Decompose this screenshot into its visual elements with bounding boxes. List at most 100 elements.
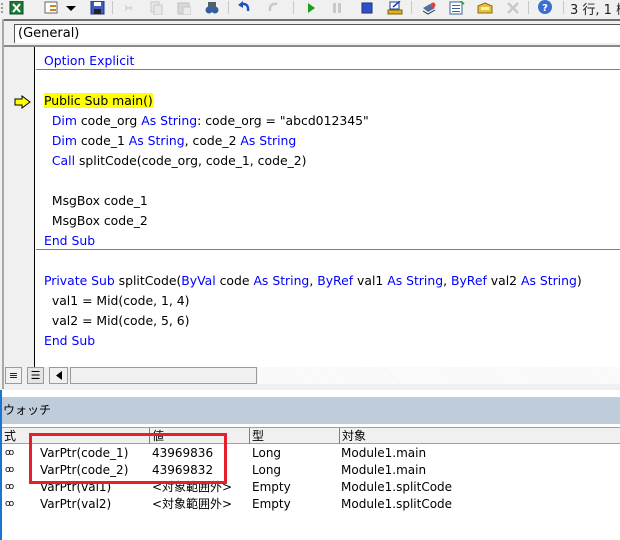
toolbox-icon[interactable] bbox=[504, 0, 522, 16]
code-keyword: As String bbox=[141, 113, 198, 128]
glasses-icon: ꝏ bbox=[5, 465, 15, 475]
toolbar-grip[interactable] bbox=[1, 3, 3, 13]
column-header-type[interactable]: 型 bbox=[250, 428, 340, 444]
code-keyword: As String bbox=[128, 133, 185, 148]
scroll-left-button[interactable] bbox=[49, 367, 68, 384]
watch-value: 43969836 bbox=[152, 446, 214, 460]
code-keyword: Dim bbox=[44, 113, 81, 128]
code-keyword: End Sub bbox=[44, 333, 96, 348]
help-icon[interactable]: ? bbox=[536, 0, 554, 16]
code-keyword: Private Sub bbox=[44, 273, 119, 288]
paste-icon[interactable] bbox=[175, 0, 193, 16]
code-keyword: As String bbox=[520, 273, 577, 288]
watch-row[interactable]: ꝏ VarPtr(val2) <対象範囲外> Empty Module1.spl… bbox=[2, 496, 620, 513]
view-bar: ≡ ☰ bbox=[4, 367, 620, 385]
code-text: , code_2 bbox=[184, 133, 241, 148]
excel-icon[interactable] bbox=[7, 0, 25, 16]
find-icon[interactable] bbox=[203, 0, 221, 16]
code-text: MsgBox code_2 bbox=[44, 213, 148, 228]
glasses-icon: ꝏ bbox=[5, 499, 15, 509]
code-line[interactable]: Call splitCode(code_org, code_1, code_2) bbox=[44, 151, 307, 171]
standard-toolbar: ✂ ? 3 行, 1 桁 bbox=[0, 0, 620, 18]
code-keyword: Dim bbox=[44, 133, 81, 148]
watch-type: Long bbox=[252, 463, 282, 477]
reset-icon[interactable] bbox=[358, 0, 376, 16]
watch-context: Module1.splitCode bbox=[341, 497, 453, 511]
code-text: val2 bbox=[490, 273, 521, 288]
object-combo[interactable]: (General) bbox=[14, 24, 620, 43]
column-header-context[interactable]: 対象 bbox=[340, 428, 620, 444]
code-lines[interactable]: Option Explicit Public Sub main() Dim cod… bbox=[36, 47, 620, 367]
execution-point-arrow-icon bbox=[14, 95, 31, 109]
scrollbar-track bbox=[258, 367, 620, 384]
watch-context: Module1.splitCode bbox=[341, 480, 453, 494]
design-mode-icon[interactable] bbox=[386, 0, 404, 16]
full-module-view-icon: ☰ bbox=[30, 369, 41, 382]
code-window: (General) Option Explicit Public Sub main… bbox=[2, 19, 620, 389]
column-header-expression[interactable]: 式 bbox=[2, 428, 150, 444]
code-text: val1 bbox=[357, 273, 388, 288]
dropdown-arrow-icon[interactable] bbox=[65, 0, 77, 16]
properties-icon[interactable] bbox=[448, 0, 466, 16]
code-text: splitCode(code_org, code_1, code_2) bbox=[78, 153, 307, 168]
watch-row[interactable]: ꝏ VarPtr(code_2) 43969832 Long Module1.m… bbox=[2, 462, 620, 479]
code-text: splitCode( bbox=[118, 273, 182, 288]
svg-text:?: ? bbox=[542, 3, 548, 14]
code-line[interactable]: Private Sub splitCode(ByVal code As Stri… bbox=[44, 271, 582, 291]
code-line[interactable]: val1 = Mid(code, 1, 4) bbox=[44, 291, 190, 311]
watch-expression: VarPtr(code_1) bbox=[40, 446, 129, 460]
code-line[interactable]: Dim code_1 As String, code_2 As String bbox=[44, 131, 296, 151]
save-icon[interactable] bbox=[88, 0, 106, 16]
watch-type: Empty bbox=[252, 480, 291, 494]
code-text: ) bbox=[576, 273, 582, 288]
insert-module-icon[interactable] bbox=[42, 0, 60, 16]
horizontal-scrollbar[interactable] bbox=[70, 367, 257, 384]
run-icon[interactable] bbox=[302, 0, 320, 16]
cut-icon[interactable]: ✂ bbox=[120, 0, 138, 16]
undo-icon[interactable] bbox=[236, 0, 254, 16]
watch-value: <対象範囲外> bbox=[152, 497, 233, 511]
code-line[interactable]: Public Sub main() bbox=[44, 91, 153, 111]
code-text: val2 = Mid(code, 5, 6) bbox=[44, 313, 190, 328]
code-line[interactable]: MsgBox code_2 bbox=[44, 211, 148, 231]
code-line[interactable]: Dim code_org As String: code_org = "abcd… bbox=[44, 111, 369, 131]
full-module-view-button[interactable]: ☰ bbox=[27, 367, 44, 384]
column-header-value[interactable]: 値 bbox=[150, 428, 250, 444]
watch-column-header: 式 値 型 対象 bbox=[2, 427, 620, 444]
watch-expression: VarPtr(val1) bbox=[40, 480, 112, 494]
cursor-position-status: 3 行, 1 桁 bbox=[570, 3, 620, 18]
procedure-view-button[interactable]: ≡ bbox=[5, 367, 22, 384]
procedure-separator bbox=[36, 69, 620, 70]
margin-indicator-bar[interactable] bbox=[4, 47, 35, 367]
redo-icon[interactable] bbox=[264, 0, 282, 16]
glasses-icon: ꝏ bbox=[5, 482, 15, 492]
code-text: Public Sub main() bbox=[44, 93, 153, 108]
watch-row[interactable]: ꝏ VarPtr(code_1) 43969836 Long Module1.m… bbox=[2, 445, 620, 462]
watch-window: ウォッチ 式 値 型 対象 ꝏ VarPtr(code_1) 43969836 … bbox=[0, 390, 620, 540]
code-line[interactable]: End Sub bbox=[44, 331, 95, 351]
glasses-icon: ꝏ bbox=[5, 448, 15, 458]
watch-type: Long bbox=[252, 446, 282, 460]
copy-icon[interactable] bbox=[147, 0, 165, 16]
watch-expression: VarPtr(code_2) bbox=[40, 463, 129, 477]
code-keyword: ByRef bbox=[317, 273, 358, 288]
code-line[interactable]: Option Explicit bbox=[44, 51, 134, 71]
code-text: , bbox=[443, 273, 451, 288]
object-browser-icon[interactable] bbox=[476, 0, 494, 16]
code-text: code bbox=[219, 273, 254, 288]
code-editor[interactable]: Option Explicit Public Sub main() Dim cod… bbox=[4, 47, 620, 367]
code-line[interactable]: val2 = Mid(code, 5, 6) bbox=[44, 311, 190, 331]
break-icon[interactable] bbox=[328, 0, 346, 16]
code-line[interactable]: MsgBox code_1 bbox=[44, 191, 148, 211]
code-text: code_org bbox=[80, 113, 142, 128]
watch-expression: VarPtr(val2) bbox=[40, 497, 112, 511]
watch-type: Empty bbox=[252, 497, 291, 511]
project-explorer-icon[interactable] bbox=[420, 0, 438, 16]
code-text: : code_org = "abcd012345" bbox=[197, 113, 369, 128]
code-keyword: Call bbox=[44, 153, 79, 168]
watch-row[interactable]: ꝏ VarPtr(val1) <対象範囲外> Empty Module1.spl… bbox=[2, 479, 620, 496]
watch-title: ウォッチ bbox=[2, 397, 620, 424]
watch-value: 43969832 bbox=[152, 463, 214, 477]
code-line[interactable]: End Sub bbox=[44, 231, 95, 251]
code-keyword: End Sub bbox=[44, 233, 96, 248]
